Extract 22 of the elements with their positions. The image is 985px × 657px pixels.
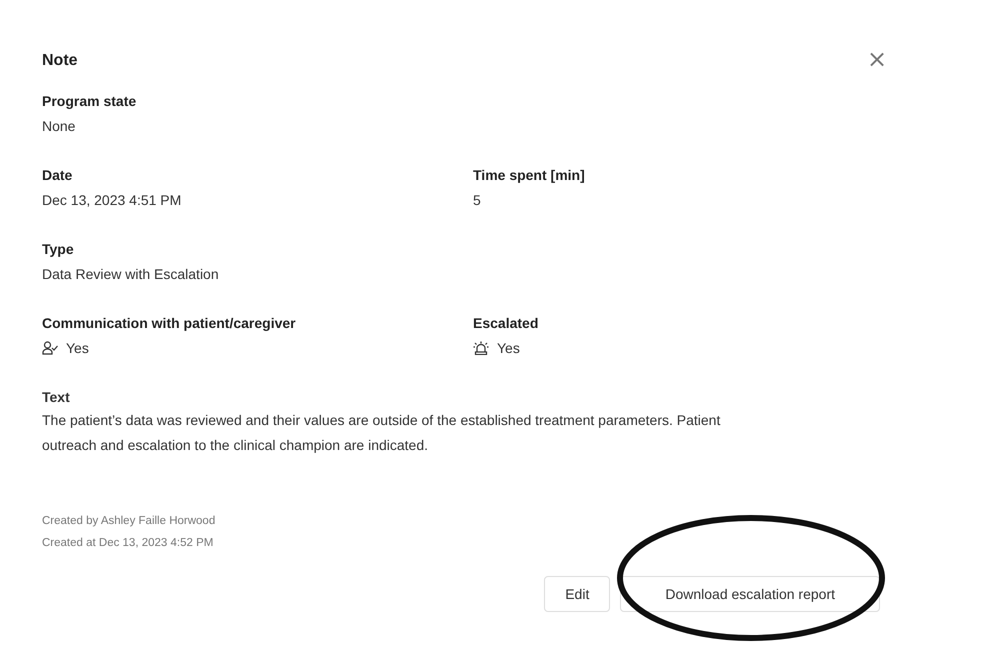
field-value: Yes [66,339,89,358]
field-value: Yes [497,339,520,358]
person-check-icon [42,341,58,355]
field-label: Date [42,166,74,185]
field-label: Escalated [473,314,540,333]
field-label: Communication with patient/caregiver [42,314,297,333]
field-label: Program state [42,92,138,111]
field-label: Time spent [min] [473,166,586,185]
field-value: Dec 13, 2023 4:51 PM [42,191,182,210]
close-button[interactable]: × [863,46,892,72]
meta-text: Created at Dec 13, 2023 4:52 PM [42,536,214,551]
field-value: 5 [473,191,482,210]
field-value: Data Review with Escalation [42,265,220,284]
note-text: The patient’s data was reviewed and their values are outside of the established treatment parameters. Patient outreach and escalation to the clinical champion are indicated. [42,412,720,453]
meta-text: Created by Ashley Faille Horwood [42,514,216,529]
field-label: Type [42,240,75,259]
download-button[interactable]: Download escalation report [620,576,880,612]
alarm-light-icon [473,341,489,355]
field-label: Text [42,388,71,407]
edit-button[interactable]: Edit [544,576,610,612]
dialog-title: Note [42,51,78,71]
field-value: None [42,117,76,136]
